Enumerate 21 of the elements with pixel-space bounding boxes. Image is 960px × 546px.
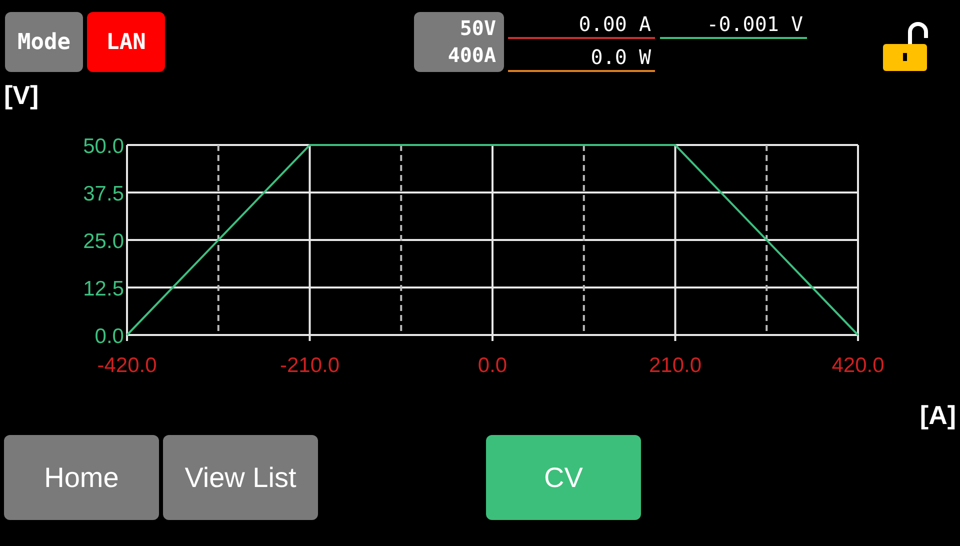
nav-button[interactable]: View List: [163, 435, 318, 520]
reading-value: 0.0 W: [508, 45, 655, 72]
y-tick-label: 12.5: [83, 278, 124, 300]
reading-value: -0.001 V: [660, 12, 807, 39]
x-tick-label: -210.0: [280, 354, 340, 377]
x-tick-label: -420.0: [97, 354, 157, 377]
y-tick-label: 50.0: [83, 135, 124, 158]
axis-unit-label: [A]: [920, 400, 956, 432]
reading-value: 0.00 A: [508, 12, 655, 39]
y-tick-label: 37.5: [83, 182, 124, 206]
x-tick-label: 420.0: [832, 354, 884, 377]
x-tick-label: 0.0: [478, 354, 508, 377]
mode-button[interactable]: CV: [486, 435, 641, 520]
x-tick-label: 210.0: [648, 354, 702, 377]
y-tick-label: 25.0: [83, 230, 124, 253]
nav-button[interactable]: Home: [4, 435, 159, 520]
range-display: 50V 400A: [414, 12, 504, 72]
interface-badge: LAN: [87, 12, 165, 72]
axis-unit-label: [V]: [3, 80, 40, 110]
mode-button[interactable]: Mode: [5, 12, 83, 72]
y-tick-label: 0.0: [94, 325, 124, 348]
